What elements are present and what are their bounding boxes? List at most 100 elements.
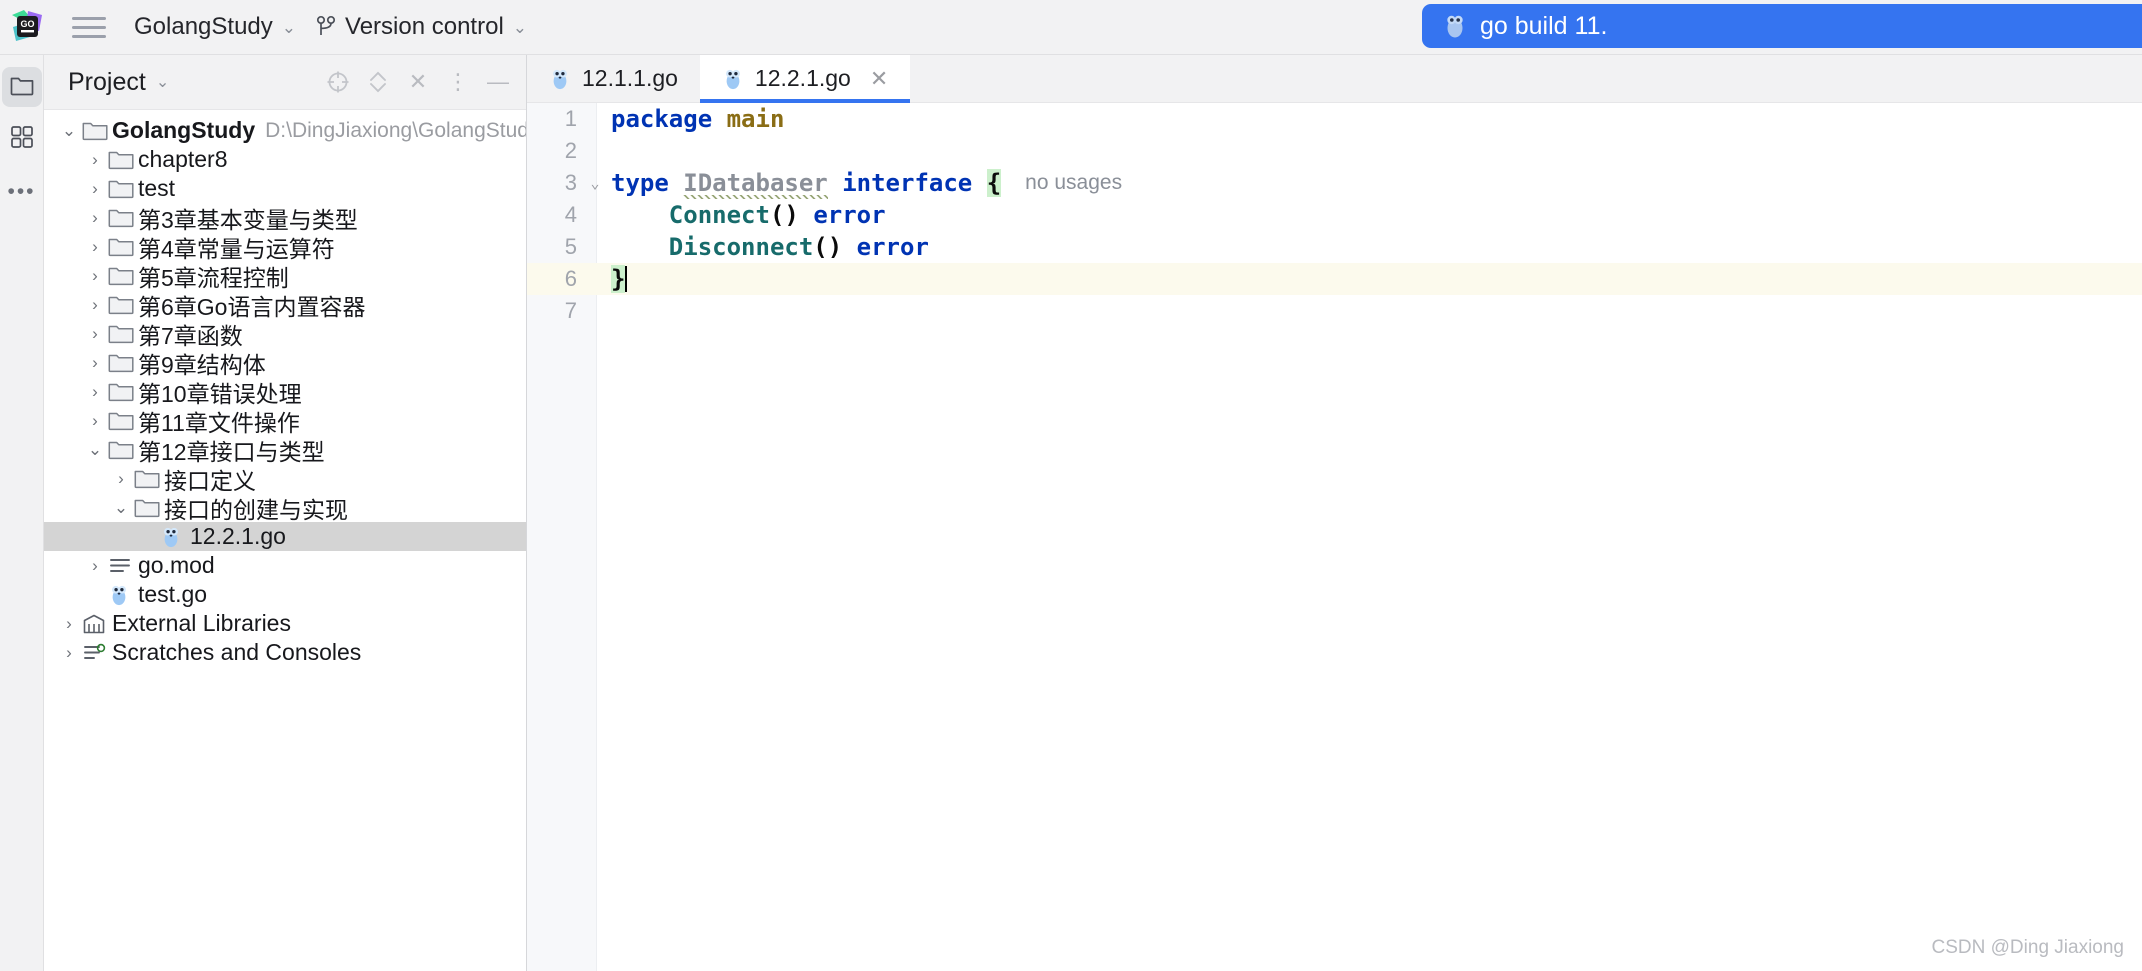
chevron-down-icon[interactable]: ⌄	[108, 499, 134, 516]
code-line[interactable]: 2	[527, 135, 2142, 167]
tree-row[interactable]: › External Libraries	[44, 609, 526, 638]
chevron-right-icon[interactable]: ›	[82, 267, 108, 284]
chevron-right-icon[interactable]: ›	[82, 151, 108, 168]
code-line[interactable]: 6}	[527, 263, 2142, 295]
version-control-widget[interactable]: Version control ⌄	[306, 9, 537, 45]
tree-row[interactable]: 12.2.1.go	[44, 522, 526, 551]
chevron-right-icon[interactable]: ›	[82, 296, 108, 313]
inlay-hint[interactable]: no usages	[1001, 171, 1122, 195]
tree-row[interactable]: test.go	[44, 580, 526, 609]
line-number: 4	[564, 202, 577, 227]
code-text: Connect() error	[607, 201, 886, 229]
tree-row[interactable]: › Scratches and Consoles	[44, 638, 526, 667]
folder-icon	[108, 323, 136, 344]
tree-row[interactable]: › chapter8	[44, 145, 526, 174]
chevron-right-icon[interactable]: ›	[82, 209, 108, 226]
library-icon	[82, 613, 110, 635]
code-line[interactable]: 7	[527, 295, 2142, 327]
project-selector-label: GolangStudy	[134, 13, 273, 40]
code-line[interactable]: 4 Connect() error	[527, 199, 2142, 231]
run-configuration-selector[interactable]: go build 11.	[1422, 4, 2142, 48]
tree-row[interactable]: › 第3章基本变量与类型	[44, 203, 526, 233]
editor-tab-bar: 12.1.1.go 12.2.1.go ✕	[527, 55, 2142, 103]
close-panel-button[interactable]: ✕	[400, 64, 436, 100]
tree-row[interactable]: › 第6章Go语言内置容器	[44, 290, 526, 320]
tree-row[interactable]: › 第11章文件操作	[44, 406, 526, 436]
chevron-down-icon[interactable]: ⌄	[56, 122, 82, 139]
line-number: 3	[564, 170, 577, 195]
rail-button-structure[interactable]	[2, 119, 42, 159]
folder-icon	[108, 149, 136, 170]
editor-tab[interactable]: 12.1.1.go	[527, 55, 700, 102]
tree-row-label: test.go	[138, 581, 208, 607]
tree-row[interactable]: › 接口定义	[44, 464, 526, 494]
tree-row-label: chapter8	[138, 146, 228, 172]
project-selector[interactable]: GolangStudy ⌄	[124, 9, 306, 45]
code-line[interactable]: 1 package main	[527, 103, 2142, 135]
chevron-right-icon[interactable]: ›	[82, 412, 108, 429]
tree-row[interactable]: ⌄ 第12章接口与类型	[44, 435, 526, 465]
folder-icon	[108, 236, 136, 257]
tree-row[interactable]: › 第9章结构体	[44, 348, 526, 378]
chevron-right-icon[interactable]: ›	[82, 383, 108, 400]
tree-row[interactable]: › go.mod	[44, 551, 526, 580]
project-file-tree[interactable]: ⌄ GolangStudy D:\DingJiaxiong\GolangStudy ›…	[44, 110, 526, 971]
close-tab-icon[interactable]: ✕	[870, 67, 888, 90]
version-control-label: Version control	[345, 13, 504, 40]
chevron-right-icon[interactable]: ›	[56, 644, 82, 661]
chevron-down-icon: ⌄	[281, 17, 297, 37]
tree-row[interactable]: › 第10章错误处理	[44, 377, 526, 407]
goland-window: GO GolangStudy ⌄ Version control ⌄ go bu…	[0, 0, 2142, 971]
code-line[interactable]: 5 Disconnect() error	[527, 231, 2142, 263]
chevron-right-icon[interactable]: ›	[108, 470, 134, 487]
chevron-right-icon[interactable]: ›	[82, 557, 108, 574]
chevron-right-icon[interactable]: ›	[82, 238, 108, 255]
text-caret	[625, 266, 628, 292]
editor-area: 12.1.1.go 12.2.1.go ✕ 1 package main 2 3 ⌄ type…	[527, 55, 2142, 971]
tree-row[interactable]: ⌄ 接口的创建与实现	[44, 493, 526, 523]
code-editor[interactable]: 1 package main 2 3 ⌄ type IDatabaser interfac…	[527, 103, 2142, 971]
fold-toggle-icon[interactable]: ⌄	[583, 175, 607, 191]
editor-tab[interactable]: 12.2.1.go ✕	[699, 55, 911, 103]
minimize-icon: —	[487, 69, 509, 94]
main-menu-button[interactable]	[72, 10, 106, 44]
locate-file-button[interactable]	[320, 64, 356, 100]
go-file-icon	[108, 583, 136, 606]
project-view-selector[interactable]: Project ⌄	[68, 68, 169, 97]
minimize-panel-button[interactable]: —	[480, 64, 516, 100]
tree-row[interactable]: ⌄ GolangStudy D:\DingJiaxiong\GolangStudy	[44, 116, 526, 145]
expand-collapse-button[interactable]	[360, 64, 396, 100]
project-panel-toolbar: ✕ ⋮ —	[320, 64, 516, 100]
chevron-right-icon[interactable]: ›	[82, 325, 108, 342]
line-number: 2	[564, 138, 577, 163]
chevron-right-icon[interactable]: ›	[56, 615, 82, 632]
code-content[interactable]: 1 package main 2 3 ⌄ type IDatabaser interfac…	[527, 103, 2142, 971]
code-line[interactable]: 3 ⌄ type IDatabaser interface {no usages	[527, 167, 2142, 199]
tree-row[interactable]: › 第7章函数	[44, 319, 526, 349]
tree-row-label: Scratches and Consoles	[112, 639, 362, 665]
panel-options-button[interactable]: ⋮	[440, 64, 476, 100]
go-file-icon	[722, 67, 744, 91]
rail-button-project[interactable]	[1, 67, 42, 107]
folder-icon	[108, 294, 136, 315]
tree-row[interactable]: › 第4章常量与运算符	[44, 232, 526, 262]
line-number: 1	[564, 106, 577, 131]
left-tool-rail: •••	[0, 55, 44, 971]
tree-row[interactable]: › test	[44, 174, 526, 203]
tree-row[interactable]: › 第5章流程控制	[44, 261, 526, 291]
code-token: type	[611, 169, 669, 197]
chevron-right-icon[interactable]: ›	[82, 354, 108, 371]
chevron-right-icon[interactable]: ›	[82, 180, 108, 197]
rail-button-more[interactable]: •••	[2, 171, 42, 211]
menu-line	[72, 34, 106, 38]
code-token: Disconnect	[668, 233, 814, 261]
chevron-down-icon[interactable]: ⌄	[82, 441, 108, 458]
line-number: 7	[564, 298, 577, 323]
go-file-icon	[160, 525, 188, 548]
